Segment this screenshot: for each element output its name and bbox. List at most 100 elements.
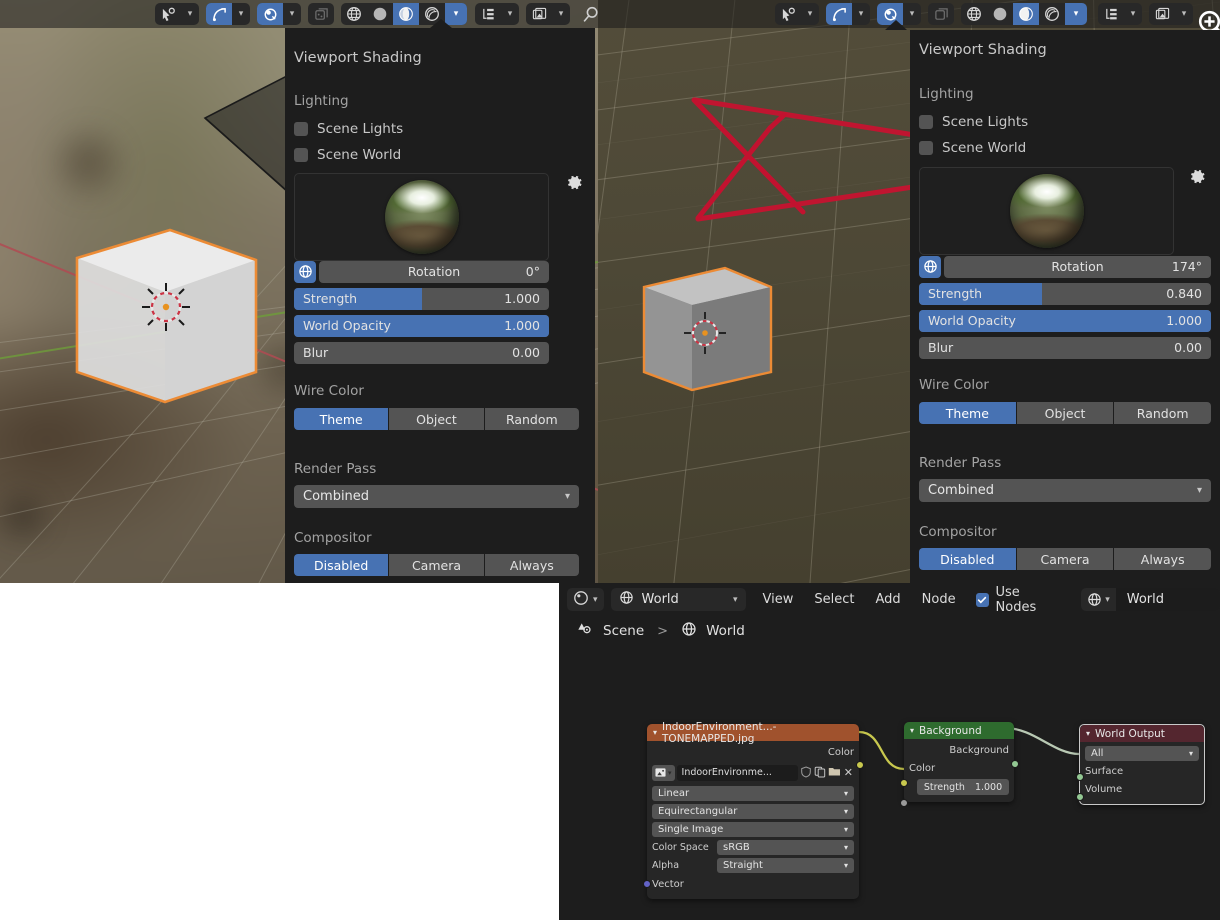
use-nodes-checkbox-row[interactable]: Use Nodes	[975, 585, 1060, 615]
breadcrumb-scene-label[interactable]: Scene	[603, 623, 644, 639]
image-stack-icon[interactable]	[1149, 3, 1175, 25]
breadcrumb-world-label[interactable]: World	[706, 623, 745, 639]
socket-vector-input[interactable]	[642, 880, 651, 888]
world-datablock-name[interactable]: World	[1115, 588, 1220, 611]
chevron-down-icon[interactable]: ▾	[733, 595, 738, 605]
blur-slider[interactable]: Blur 0.00	[294, 341, 549, 364]
toolbar-left[interactable]: ▾ ▾ ▾ ▾	[155, 0, 474, 28]
scene-lights-checkbox-row[interactable]: Scene Lights	[294, 121, 403, 137]
chevron-down-icon[interactable]: ▾	[232, 9, 250, 19]
strength-field[interactable]: Strength 1.000	[917, 779, 1009, 795]
alpha-dropdown[interactable]: Straight ▾	[717, 858, 854, 873]
color-space-row[interactable]: Color Space sRGB ▾	[652, 840, 854, 855]
image-name-field[interactable]: IndoorEnvironme...	[676, 764, 798, 781]
chevron-down-icon[interactable]: ▾	[501, 9, 519, 19]
outliner-filter-group-right[interactable]: ▾	[1098, 3, 1142, 25]
menu-add[interactable]: Add	[876, 592, 901, 607]
outliner-icon[interactable]	[1098, 3, 1124, 25]
gear-icon[interactable]	[565, 173, 584, 197]
world-controls[interactable]: Rotation 0° Strength 1.000 World Opacity…	[294, 260, 549, 364]
socket-color-input[interactable]	[899, 779, 908, 787]
viewport-shading-popover-right[interactable]: Viewport Shading Lighting Scene Lights S…	[885, 20, 1220, 583]
color-space-dropdown[interactable]: sRGB ▾	[717, 840, 854, 855]
cursor-select-icon[interactable]	[775, 3, 801, 25]
node-environment-texture[interactable]: ▾ IndoorEnvironment...-TONEMAPPED.jpg Co…	[642, 721, 864, 899]
shield-icon[interactable]	[800, 763, 812, 782]
magnet-icon[interactable]	[257, 3, 283, 25]
wire-color-object[interactable]: Object	[389, 408, 485, 430]
shader-type-selector[interactable]: World ▾	[610, 588, 746, 611]
input-surface-row[interactable]: Surface	[1085, 764, 1199, 779]
toolbar-left-right-group[interactable]: ▾ ▾	[475, 0, 604, 28]
strength-row[interactable]: Strength 0.840	[919, 282, 1211, 305]
socket-color-output[interactable]	[855, 761, 864, 769]
scene-world-checkbox-row[interactable]: Scene World	[294, 147, 401, 163]
strength-row[interactable]: Strength 1.000	[294, 287, 549, 310]
compositor-camera[interactable]: Camera	[1016, 548, 1115, 570]
copy-icon[interactable]	[814, 763, 826, 782]
chevron-down-icon[interactable]: ▾	[1124, 9, 1142, 19]
compositor-camera[interactable]: Camera	[389, 554, 485, 576]
wire-color-random[interactable]: Random	[1114, 402, 1211, 424]
transform-orientation-group-right[interactable]: ▾	[826, 3, 870, 25]
socket-background-output[interactable]	[1010, 760, 1019, 768]
projection-dropdown[interactable]: Equirectangular ▾	[652, 804, 854, 819]
breadcrumb[interactable]: Scene > World	[559, 616, 1220, 646]
rotation-row[interactable]: Rotation 174°	[919, 255, 1211, 278]
blur-row[interactable]: Blur 0.00	[919, 336, 1211, 359]
image-icon-button[interactable]: ▾	[652, 764, 675, 781]
chevron-down-icon[interactable]: ▾	[283, 9, 301, 19]
toolbar-right-right-group[interactable]: ▾ ▾	[1098, 0, 1200, 28]
hdri-preview-box[interactable]	[919, 167, 1174, 255]
node-canvas[interactable]: ▾ IndoorEnvironment...-TONEMAPPED.jpg Co…	[559, 646, 1220, 920]
toolbar-right[interactable]: ▾ ▾ ▾ ▾	[775, 0, 1094, 28]
use-nodes-checkbox[interactable]	[975, 592, 989, 607]
node-body[interactable]: Background Color Strength 1.000	[904, 739, 1014, 802]
transform-orientation-group[interactable]: ▾	[206, 3, 250, 25]
chevron-down-icon[interactable]: ▾	[181, 9, 199, 19]
output-background-row[interactable]: Background	[909, 743, 1009, 758]
target-dropdown[interactable]: All ▾	[1085, 746, 1199, 761]
wire-color-theme[interactable]: Theme	[294, 408, 390, 430]
world-globe-toggle-icon[interactable]	[294, 260, 316, 283]
world-controls[interactable]: Rotation 174° Strength 0.840 World Opaci…	[919, 255, 1211, 359]
snapping-group[interactable]: ▾	[257, 3, 301, 25]
world-opacity-row[interactable]: World Opacity 1.000	[919, 309, 1211, 332]
world-globe-toggle-icon[interactable]	[919, 255, 941, 278]
proportional-editing-group[interactable]	[308, 3, 334, 25]
rotation-slider[interactable]: Rotation 174°	[944, 255, 1211, 278]
select-tool-group-right[interactable]: ▾	[775, 3, 819, 25]
node-body[interactable]: Color ▾ IndoorEnvironme... ✕ Linear ▾ Eq…	[647, 741, 859, 899]
gear-icon[interactable]	[1188, 167, 1207, 191]
socket-strength-input[interactable]	[899, 799, 908, 807]
scene-world-checkbox[interactable]	[294, 148, 308, 162]
node-header[interactable]: ▾ World Output	[1080, 725, 1204, 742]
wire-color-object[interactable]: Object	[1016, 402, 1115, 424]
output-color-row[interactable]: Color	[652, 745, 854, 760]
scene-world-checkbox-row[interactable]: Scene World	[919, 140, 1026, 156]
shader-editor[interactable]: ▾ World ▾ View Select Add Node Use Nodes…	[559, 583, 1220, 920]
globe-wire-icon[interactable]	[961, 3, 987, 25]
strength-slider[interactable]: Strength 0.840	[919, 282, 1211, 305]
chevron-down-icon[interactable]: ▾	[552, 9, 570, 19]
node-body[interactable]: All ▾ Surface Volume	[1080, 742, 1204, 804]
outliner-icon[interactable]	[475, 3, 501, 25]
strength-slider[interactable]: Strength 1.000	[294, 287, 549, 310]
compositor-always[interactable]: Always	[1114, 548, 1211, 570]
image-datablock-field[interactable]: ▾ IndoorEnvironme... ✕	[652, 763, 854, 782]
wire-color-theme[interactable]: Theme	[919, 402, 1017, 424]
hdri-preview-box[interactable]	[294, 173, 549, 261]
material-sphere-icon[interactable]	[1013, 3, 1039, 25]
input-volume-row[interactable]: Volume	[1085, 782, 1199, 797]
chevron-down-icon[interactable]: ▾	[910, 726, 914, 735]
compositor-segmented[interactable]: Disabled Camera Always	[294, 554, 579, 576]
world-opacity-row[interactable]: World Opacity 1.000	[294, 314, 549, 337]
shading-modes-group-right[interactable]: ▾	[961, 3, 1087, 25]
overlays-group[interactable]: ▾	[526, 3, 570, 25]
chevron-down-icon[interactable]: ▾	[801, 9, 819, 19]
outliner-filter-group[interactable]: ▾	[475, 3, 519, 25]
overlays-group-right[interactable]: ▾	[1149, 3, 1193, 25]
node-header[interactable]: ▾ IndoorEnvironment...-TONEMAPPED.jpg	[647, 721, 859, 745]
blur-slider[interactable]: Blur 0.00	[919, 336, 1211, 359]
interpolation-dropdown[interactable]: Linear ▾	[652, 786, 854, 801]
